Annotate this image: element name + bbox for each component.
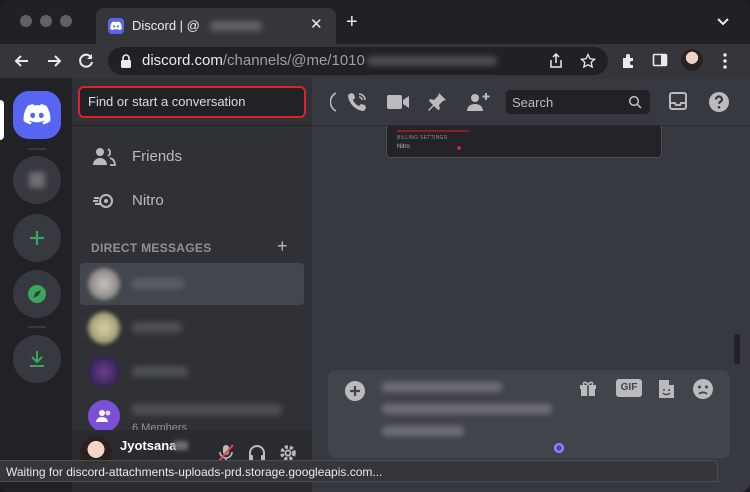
- gift-icon[interactable]: [578, 378, 598, 398]
- nav-friends[interactable]: Friends: [80, 136, 304, 178]
- embed-title: BILLING SETTINGS: [397, 135, 448, 141]
- server-icon-blur: [29, 172, 45, 188]
- add-server-button[interactable]: [13, 214, 61, 262]
- compass-icon: [28, 285, 46, 303]
- plus-icon: [30, 231, 44, 245]
- dm-sidebar: Find or start a conversation Friends Nit…: [72, 78, 312, 492]
- message-embed-image[interactable]: BILLING SETTINGS Nitro: [386, 126, 662, 158]
- message-text-blur: [382, 426, 464, 436]
- tab-close-icon[interactable]: ✕: [310, 16, 323, 34]
- dm-avatar: [88, 312, 120, 344]
- embed-accent-line: [397, 130, 469, 132]
- help-icon[interactable]: [708, 91, 730, 113]
- lock-icon[interactable]: [120, 54, 132, 68]
- share-icon[interactable]: [548, 53, 564, 69]
- attach-plus-icon[interactable]: [344, 380, 366, 402]
- embed-badge-dot: [457, 146, 461, 150]
- window-minimize-button[interactable]: [40, 15, 52, 27]
- tab-strip: Discord | @ ✕ +: [0, 0, 750, 44]
- create-dm-button[interactable]: +: [277, 236, 288, 257]
- inbox-icon[interactable]: [668, 91, 688, 111]
- chat-area: Search BILLING SETTINGS Nitro GIF: [312, 78, 750, 492]
- message-composer[interactable]: GIF: [328, 370, 730, 458]
- dm-item[interactable]: [80, 307, 304, 349]
- chat-search-placeholder: Search: [512, 95, 554, 110]
- address-bar[interactable]: discord.com/channels/@me/1010: [108, 47, 608, 75]
- sticker-icon[interactable]: [656, 378, 676, 400]
- dm-avatar: [88, 268, 120, 300]
- group-icon: [96, 410, 111, 422]
- bookmark-star-icon[interactable]: [580, 53, 596, 69]
- dm-name-blur: [132, 366, 188, 377]
- server-list: [0, 78, 72, 492]
- discord-logo-icon: [23, 104, 51, 125]
- find-conversation-input[interactable]: Find or start a conversation: [78, 86, 306, 118]
- tab-title: Discord | @: [132, 18, 200, 33]
- more-vert-icon[interactable]: [722, 52, 728, 70]
- search-bar-container: Find or start a conversation: [72, 78, 312, 126]
- discord-app: Find or start a conversation Friends Nit…: [0, 78, 750, 492]
- message-text-blur: [382, 382, 502, 392]
- browser-status-bar: Waiting for discord-attachments-uploads-…: [0, 460, 718, 482]
- url-text: discord.com/channels/@me/1010: [142, 52, 497, 69]
- discord-favicon-icon: [108, 18, 124, 34]
- nav-nitro[interactable]: Nitro: [80, 180, 304, 222]
- dm-avatar: [88, 356, 120, 388]
- download-icon: [30, 351, 44, 367]
- message-text-blur: [382, 404, 552, 414]
- server-separator: [28, 148, 46, 150]
- side-panel-icon[interactable]: [652, 52, 668, 68]
- url-host: discord.com: [142, 52, 223, 69]
- user-name-blur: [174, 441, 188, 450]
- dm-item[interactable]: [80, 263, 304, 305]
- chat-search-input[interactable]: Search: [506, 90, 650, 114]
- new-tab-button[interactable]: +: [346, 12, 358, 32]
- nav-nitro-label: Nitro: [132, 192, 164, 209]
- friends-icon: [93, 148, 116, 166]
- tab-title-blur: [210, 21, 262, 31]
- mouse-cursor-indicator: [554, 443, 564, 453]
- video-call-icon[interactable]: [386, 93, 410, 111]
- browser-toolbar: discord.com/channels/@me/1010: [0, 44, 750, 78]
- back-arrow-icon[interactable]: [12, 51, 32, 71]
- voice-call-icon[interactable]: [346, 91, 368, 113]
- pin-icon[interactable]: [426, 91, 448, 113]
- dm-name-blur: [132, 278, 184, 289]
- server-separator: [28, 326, 46, 328]
- dm-name-blur: [132, 322, 182, 333]
- find-conversation-placeholder: Find or start a conversation: [88, 94, 246, 109]
- gif-button[interactable]: GIF: [616, 379, 642, 397]
- tab-discord[interactable]: Discord | @ ✕: [96, 8, 336, 44]
- search-icon: [628, 95, 642, 109]
- server-icon[interactable]: [13, 156, 61, 204]
- url-path: /channels/@me/1010: [222, 52, 365, 69]
- extensions-puzzle-icon[interactable]: [620, 52, 638, 70]
- profile-avatar[interactable]: [681, 49, 703, 71]
- status-text: Waiting for discord-attachments-uploads-…: [6, 465, 383, 479]
- nitro-icon: [93, 194, 113, 208]
- add-friend-icon[interactable]: [466, 91, 490, 113]
- user-name: Jyotsana: [120, 438, 177, 453]
- forward-arrow-icon[interactable]: [44, 51, 64, 71]
- paren-glyph-icon: [330, 92, 337, 112]
- home-button[interactable]: [13, 91, 61, 139]
- chat-scrollbar[interactable]: [734, 334, 740, 364]
- dm-name-blur: [132, 404, 282, 415]
- chevron-down-icon[interactable]: [716, 14, 730, 28]
- window-close-button[interactable]: [20, 15, 32, 27]
- direct-messages-header: DIRECT MESSAGES: [91, 241, 212, 255]
- chat-header: Search: [312, 78, 750, 126]
- selected-indicator: [0, 100, 4, 140]
- nav-friends-label: Friends: [132, 148, 183, 165]
- emoji-icon[interactable]: [692, 378, 714, 400]
- embed-item-label: Nitro: [397, 144, 410, 150]
- window-zoom-button[interactable]: [60, 15, 72, 27]
- browser-window: Discord | @ ✕ + discord.com/channels/@me…: [0, 0, 750, 492]
- group-avatar: [88, 400, 120, 432]
- reload-icon[interactable]: [76, 51, 96, 71]
- explore-servers-button[interactable]: [13, 270, 61, 318]
- dm-item[interactable]: [80, 351, 304, 393]
- download-apps-button[interactable]: [13, 335, 61, 383]
- url-blur: [366, 56, 497, 67]
